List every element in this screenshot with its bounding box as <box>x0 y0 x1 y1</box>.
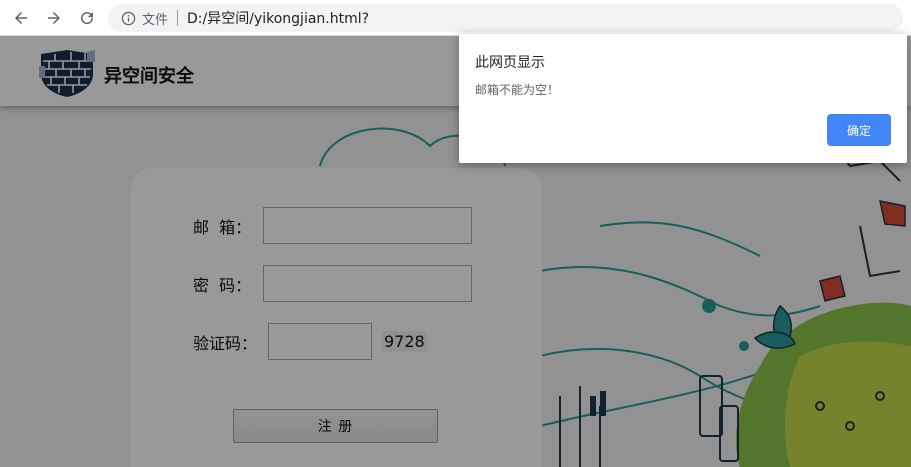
reload-button[interactable] <box>75 6 99 30</box>
url-text[interactable]: D:/异空间/yikongjian.html? <box>187 8 369 28</box>
info-icon[interactable] <box>120 10 136 26</box>
address-bar[interactable]: 文件 D:/异空间/yikongjian.html? <box>108 4 903 32</box>
reload-icon <box>81 12 94 25</box>
dialog-message: 邮箱不能为空！ <box>475 83 560 97</box>
arrow-left-icon <box>15 12 27 24</box>
omnibox-divider <box>177 10 179 26</box>
forward-button[interactable] <box>42 6 66 30</box>
dialog-title: 此网页显示 <box>475 55 545 71</box>
file-scheme-label: 文件 <box>142 12 169 28</box>
arrow-right-icon <box>48 12 60 24</box>
alert-dialog: 此网页显示 邮箱不能为空！ 确定 <box>459 34 907 163</box>
browser-toolbar: 文件 D:/异空间/yikongjian.html? <box>0 0 911 36</box>
back-button[interactable] <box>9 6 33 30</box>
ok-button[interactable]: 确定 <box>827 114 891 146</box>
